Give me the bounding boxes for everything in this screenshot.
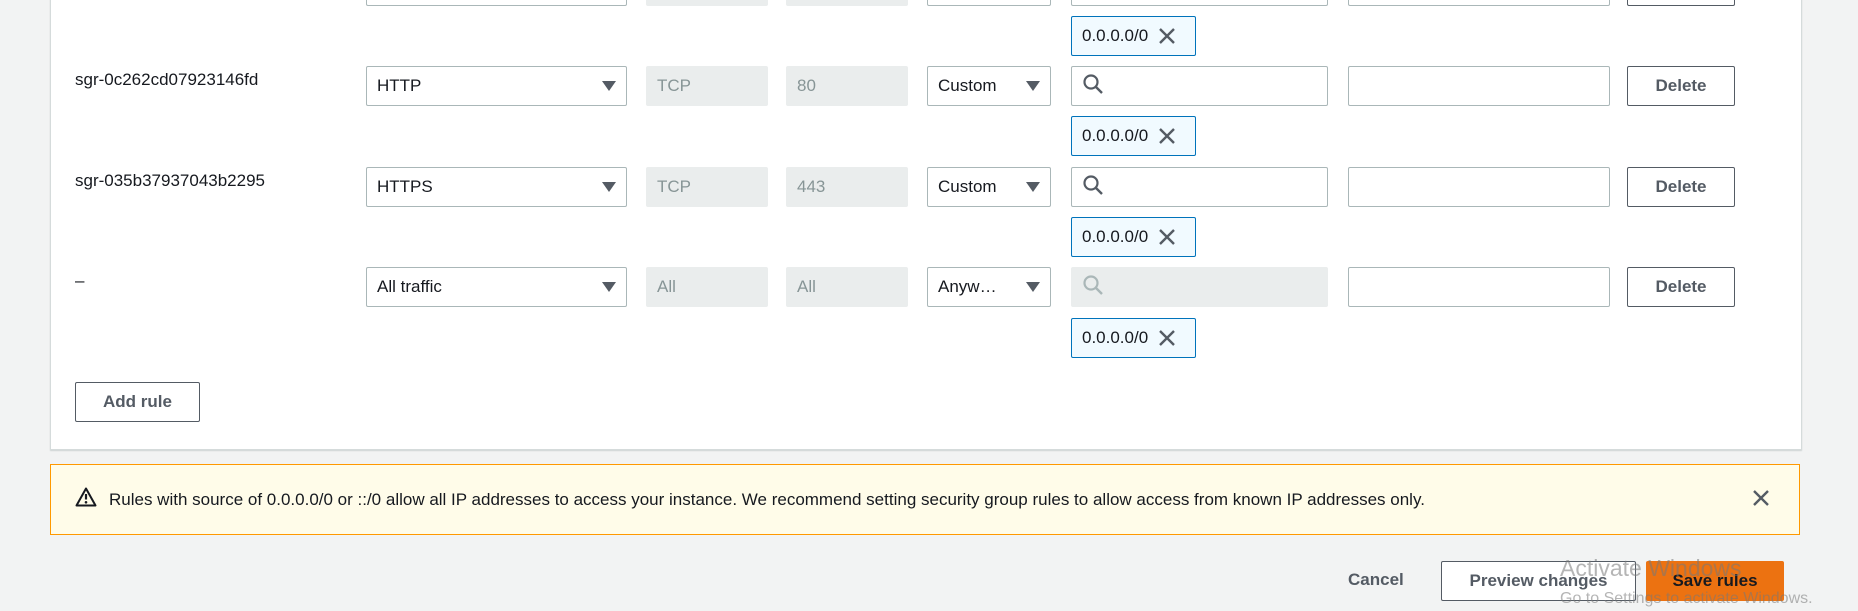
protocol-field: TCP (646, 167, 768, 207)
cancel-button[interactable]: Cancel (1348, 570, 1404, 590)
source-search-input[interactable] (1071, 167, 1328, 207)
search-icon (1082, 174, 1104, 201)
cidr-token-label: 0.0.0.0/0 (1082, 328, 1149, 347)
caret-down-icon (602, 81, 616, 91)
save-rules-button[interactable]: Save rules (1646, 561, 1784, 601)
delete-rule-button[interactable]: Delete (1627, 267, 1735, 307)
close-icon[interactable] (1751, 488, 1771, 513)
cidr-token-label: 0.0.0.0/0 (1082, 26, 1149, 45)
source-search-input[interactable] (1071, 66, 1328, 106)
delete-rule-button[interactable]: Delete (1627, 66, 1735, 106)
description-input[interactable] (1348, 0, 1610, 6)
close-icon[interactable] (1158, 228, 1176, 246)
caret-down-icon (1026, 282, 1040, 292)
source-type-select[interactable]: Custom (927, 66, 1051, 106)
delete-rule-button[interactable] (1627, 0, 1735, 6)
rule-type-select[interactable]: HTTPS (366, 167, 627, 207)
protocol-value: All (657, 277, 676, 296)
source-search-input (1071, 267, 1328, 307)
preview-changes-button[interactable]: Preview changes (1441, 561, 1636, 601)
port-range-field: All (786, 267, 908, 307)
protocol-value: TCP (657, 177, 691, 196)
protocol-field (646, 0, 768, 6)
alert-message: Rules with source of 0.0.0.0/0 or ::/0 a… (109, 489, 1425, 509)
rule-type-value: HTTPS (377, 177, 433, 196)
source-type-select[interactable]: Custom (927, 167, 1051, 207)
source-search-input[interactable] (1071, 0, 1328, 6)
protocol-field: All (646, 267, 768, 307)
source-type-value: Custom (938, 177, 997, 196)
cidr-token: 0.0.0.0/0 (1071, 217, 1196, 257)
source-type-value: Custom (938, 76, 997, 95)
cidr-token-label: 0.0.0.0/0 (1082, 126, 1149, 145)
port-range-value: All (797, 277, 816, 296)
port-range-field: 443 (786, 167, 908, 207)
search-icon (1082, 274, 1104, 301)
caret-down-icon (1026, 81, 1040, 91)
source-type-select[interactable] (927, 0, 1051, 6)
cidr-token: 0.0.0.0/0 (1071, 116, 1196, 156)
close-icon[interactable] (1158, 127, 1176, 145)
source-type-select[interactable]: Anyw… (927, 267, 1051, 307)
rule-id: – (75, 271, 85, 290)
description-input[interactable] (1348, 66, 1610, 106)
add-rule-button[interactable]: Add rule (75, 382, 200, 422)
port-range-value: 443 (797, 177, 826, 196)
warning-icon (75, 487, 97, 512)
security-warning-alert: Rules with source of 0.0.0.0/0 or ::/0 a… (50, 464, 1800, 535)
rule-id: sgr-0c262cd07923146fd (75, 70, 259, 89)
rule-type-select[interactable]: All traffic (366, 267, 627, 307)
protocol-value: TCP (657, 76, 691, 95)
close-icon[interactable] (1158, 27, 1176, 45)
delete-rule-button[interactable]: Delete (1627, 167, 1735, 207)
close-icon[interactable] (1158, 329, 1176, 347)
rule-type-select[interactable]: HTTP (366, 66, 627, 106)
caret-down-icon (602, 182, 616, 192)
caret-down-icon (1026, 182, 1040, 192)
cidr-token: 0.0.0.0/0 (1071, 318, 1196, 358)
port-range-field (786, 0, 908, 6)
search-icon (1082, 73, 1104, 100)
rule-type-value: All traffic (377, 277, 442, 296)
description-input[interactable] (1348, 167, 1610, 207)
rule-id: sgr-035b37937043b2295 (75, 171, 266, 190)
rule-type-value: HTTP (377, 76, 422, 95)
port-range-field: 80 (786, 66, 908, 106)
protocol-field: TCP (646, 66, 768, 106)
cidr-token: 0.0.0.0/0 (1071, 16, 1196, 56)
cidr-token-label: 0.0.0.0/0 (1082, 227, 1149, 246)
rule-type-select[interactable] (366, 0, 627, 6)
port-range-value: 80 (797, 76, 816, 95)
description-input[interactable] (1348, 267, 1610, 307)
caret-down-icon (602, 282, 616, 292)
source-type-value: Anyw… (938, 277, 997, 296)
